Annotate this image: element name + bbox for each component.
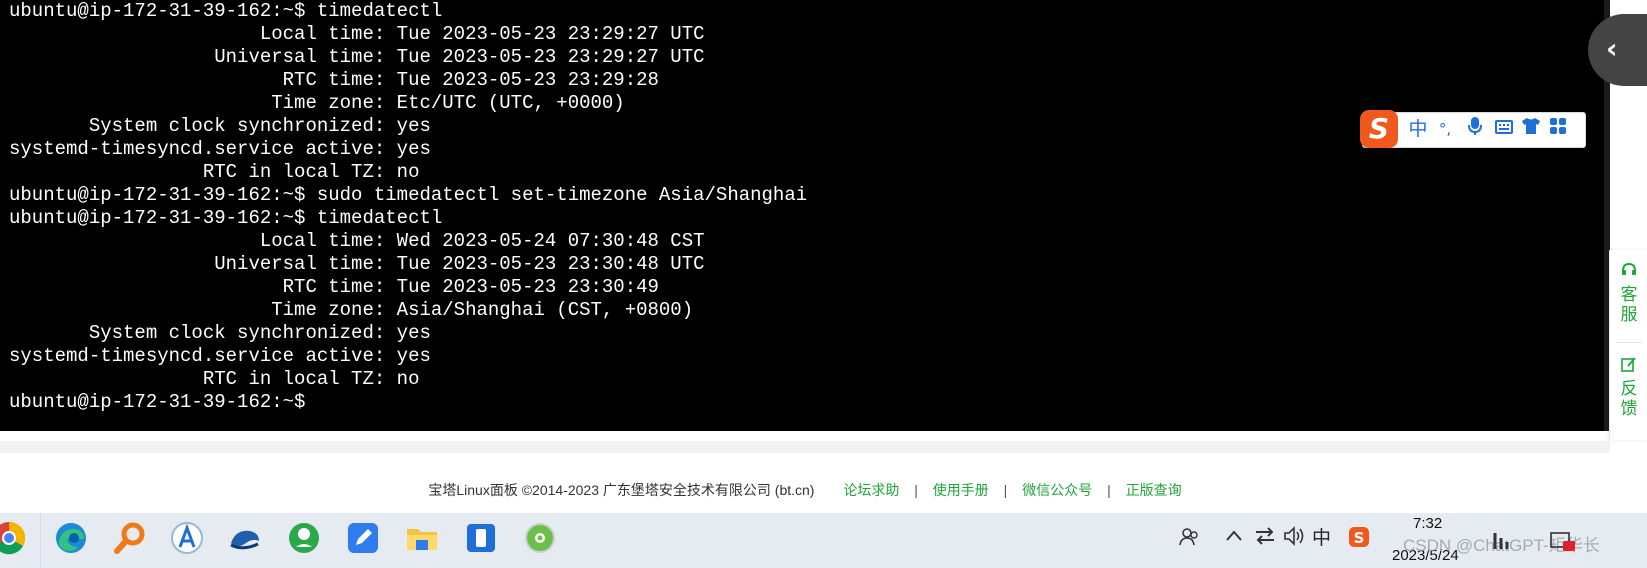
- clock-time[interactable]: 7:32: [1413, 515, 1442, 532]
- terminal-window[interactable]: ubuntu@ip-172-31-39-162:~$ timedatectl L…: [0, 0, 1610, 431]
- people-icon[interactable]: [1178, 526, 1200, 554]
- whale-icon[interactable]: [228, 521, 262, 555]
- footer-copyright: 宝塔Linux面板 ©2014-2023 广东堡塔安全技术有限公司 (bt.cn…: [428, 482, 815, 498]
- terminal-line: Time zone: Asia/Shanghai (CST, +0800): [9, 299, 694, 321]
- content-divider: [0, 441, 1610, 453]
- signal-icon: [1492, 529, 1516, 557]
- terminal-line: systemd-timesyncd.service active: yes: [9, 345, 431, 367]
- page-footer: 宝塔Linux面板 ©2014-2023 广东堡塔安全技术有限公司 (bt.cn…: [0, 475, 1610, 505]
- terminal-line: System clock synchronized: yes: [9, 322, 431, 344]
- terminal-output: ubuntu@ip-172-31-39-162:~$ timedatectl L…: [0, 0, 1610, 414]
- mic-icon[interactable]: [1463, 116, 1487, 144]
- terminal-line: ubuntu@ip-172-31-39-162:~$: [9, 391, 317, 413]
- customer-service-button[interactable]: 客服: [1610, 262, 1647, 325]
- taskbar-divider: [40, 513, 41, 568]
- network-settings-icon[interactable]: [1254, 526, 1276, 552]
- terminal-line: Universal time: Tue 2023-05-23 23:29:27 …: [9, 46, 705, 68]
- windows-taskbar: 中 S 7:32 2023/5/24 CSDN @ChatGPT-矩华长: [0, 513, 1647, 568]
- maps-pin-icon[interactable]: [287, 521, 321, 555]
- terminal-line: Local time: Wed 2023-05-24 07:30:48 CST: [9, 230, 705, 252]
- chevron-up-icon[interactable]: [1224, 526, 1244, 552]
- terminal-line: Local time: Tue 2023-05-23 23:29:27 UTC: [9, 23, 705, 45]
- svg-text:S: S: [1354, 529, 1365, 547]
- sogou-tray-icon[interactable]: S: [1348, 526, 1370, 554]
- ime-indicator[interactable]: 中: [1312, 526, 1331, 550]
- sogou-logo-icon[interactable]: S: [1360, 110, 1398, 148]
- feedback-button[interactable]: 反馈: [1610, 356, 1647, 419]
- green-app-icon[interactable]: [523, 521, 557, 555]
- keyboard-icon[interactable]: [1492, 116, 1516, 143]
- terminal-line: RTC time: Tue 2023-05-23 23:29:28: [9, 69, 659, 91]
- customer-service-label: 客服: [1620, 285, 1638, 325]
- terminal-line: RTC in local TZ: no: [9, 368, 420, 390]
- feedback-label: 反馈: [1620, 379, 1638, 419]
- pen-app-icon[interactable]: [346, 521, 380, 555]
- terminal-line: ubuntu@ip-172-31-39-162:~$ sudo timedate…: [9, 184, 808, 206]
- terminal-line: ubuntu@ip-172-31-39-162:~$ timedatectl: [9, 0, 443, 22]
- search-magnifier-icon[interactable]: [113, 521, 147, 555]
- volume-icon[interactable]: [1283, 526, 1307, 552]
- panel-divider: [1616, 342, 1642, 343]
- edit-icon: [1610, 356, 1647, 377]
- footer-link-manual[interactable]: 使用手册: [933, 482, 989, 498]
- footer-separator: |: [1003, 482, 1008, 498]
- ime-punctuation-toggle[interactable]: °,: [1433, 116, 1457, 143]
- file-explorer-icon[interactable]: [405, 521, 439, 555]
- chrome-icon[interactable]: [0, 521, 26, 555]
- phone-link-icon[interactable]: [464, 521, 498, 555]
- footer-link-wechat[interactable]: 微信公众号: [1022, 482, 1092, 498]
- terminal-line: Universal time: Tue 2023-05-23 23:30:48 …: [9, 253, 705, 275]
- skin-shirt-icon[interactable]: [1519, 116, 1543, 143]
- footer-separator: |: [1107, 482, 1111, 498]
- headset-icon: [1610, 262, 1647, 283]
- edge-icon[interactable]: [54, 521, 88, 555]
- ime-toolbar[interactable]: S 中 °,: [1360, 110, 1586, 148]
- footer-link-forum[interactable]: 论坛求助: [843, 482, 899, 498]
- terminal-line: RTC time: Tue 2023-05-23 23:30:49: [9, 276, 659, 298]
- footer-link-license[interactable]: 正版查询: [1126, 482, 1182, 498]
- service-float-panel: 客服 反馈: [1609, 250, 1647, 440]
- apps-grid-icon[interactable]: [1546, 116, 1570, 143]
- notification-icon[interactable]: [1550, 531, 1576, 559]
- chevron-left-icon: ‹: [1606, 32, 1618, 65]
- app-a-icon[interactable]: [170, 521, 204, 555]
- terminal-line: RTC in local TZ: no: [9, 161, 420, 183]
- footer-separator: |: [914, 482, 918, 498]
- terminal-line: ubuntu@ip-172-31-39-162:~$ timedatectl: [9, 207, 443, 229]
- ime-mode-toggle[interactable]: 中: [1406, 116, 1430, 143]
